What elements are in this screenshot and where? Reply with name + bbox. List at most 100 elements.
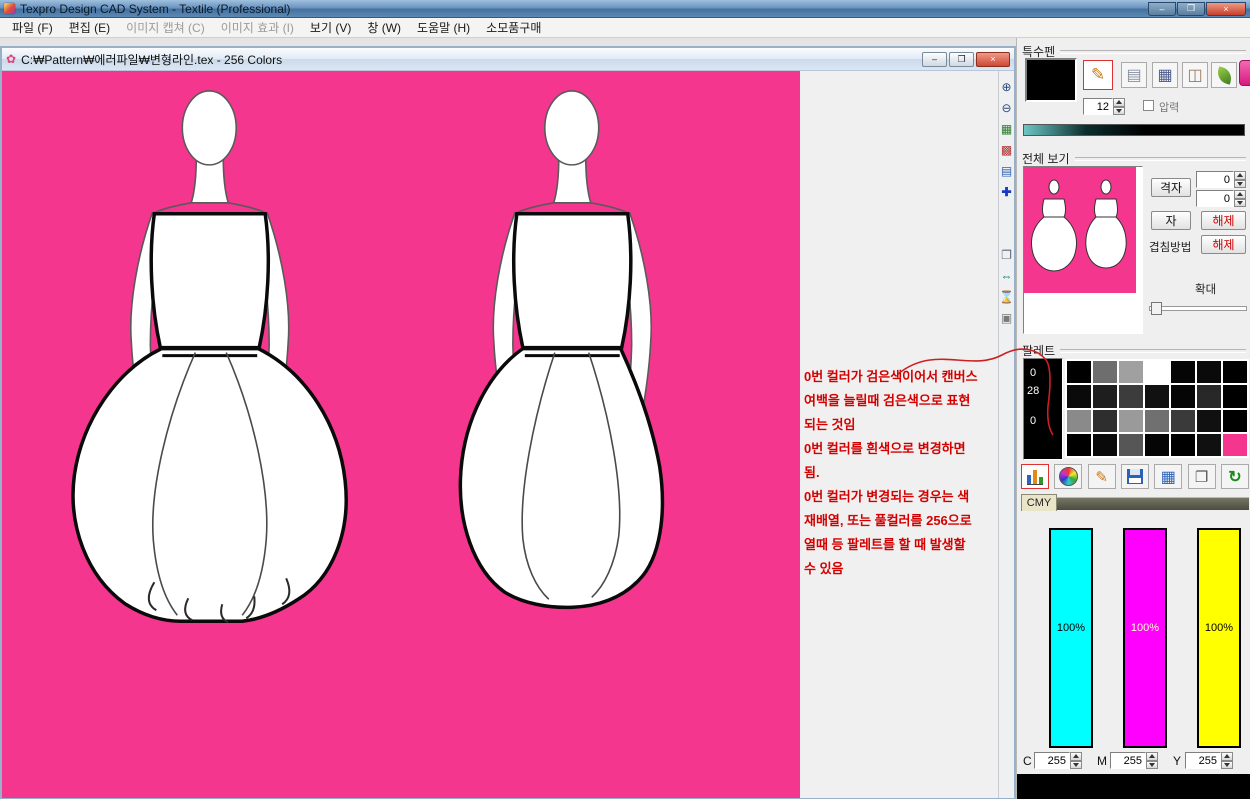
palette-swatch[interactable] (1171, 385, 1195, 407)
spin-down-icon[interactable] (1234, 180, 1246, 189)
c-value-spinner[interactable]: 255 (1034, 752, 1082, 769)
overview-spin-top-arrows[interactable] (1234, 171, 1246, 188)
eraser-tool-button[interactable]: ◫ (1182, 62, 1208, 88)
palette-swatch[interactable] (1093, 361, 1117, 383)
document-restore-button[interactable]: ❐ (949, 52, 974, 67)
zoom-in-icon[interactable]: ⊕ (999, 77, 1014, 98)
spin-down-icon[interactable] (1113, 107, 1125, 116)
paste-tool-button[interactable]: ▤ (1121, 62, 1147, 88)
menu-edit[interactable]: 편집 (E) (61, 18, 118, 37)
pressure-checkbox[interactable] (1143, 100, 1154, 111)
maximize-button[interactable]: ❐ (1177, 2, 1205, 16)
palette-swatch[interactable] (1093, 434, 1117, 456)
palette-refresh-button[interactable]: ↻ (1221, 464, 1249, 489)
release-button[interactable]: 해제 (1201, 211, 1246, 230)
palette-swatch[interactable] (1093, 410, 1117, 432)
pen-size-spinner[interactable]: 12 (1083, 98, 1125, 115)
leaf-tool-button[interactable] (1211, 62, 1237, 88)
palette-swatch[interactable] (1145, 361, 1169, 383)
y-spin-arrows[interactable] (1221, 752, 1233, 769)
palette-swatch[interactable] (1171, 434, 1195, 456)
grid-icon[interactable]: ▦ (999, 119, 1014, 140)
cyan-ramp[interactable]: 100% (1049, 528, 1093, 748)
palette-swatch[interactable] (1119, 410, 1143, 432)
palette-swatch[interactable] (1197, 361, 1221, 383)
pink-tool-button[interactable] (1239, 60, 1250, 86)
close-button[interactable]: × (1206, 2, 1246, 16)
y-value-spinner[interactable]: 255 (1185, 752, 1233, 769)
m-value-spinner[interactable]: 255 (1110, 752, 1158, 769)
palette-swatch-pink[interactable] (1223, 434, 1247, 456)
spin-up-icon[interactable] (1113, 98, 1125, 107)
pattern-icon[interactable]: ▩ (999, 140, 1014, 161)
grid-tool-button[interactable]: ▦ (1152, 62, 1178, 88)
spin-up-icon[interactable] (1146, 752, 1158, 761)
c-value[interactable]: 255 (1034, 752, 1070, 769)
zoom-out-icon[interactable]: ⊖ (999, 98, 1014, 119)
overview-spin-top-value[interactable]: 0 (1196, 171, 1234, 188)
pen-color-swatch[interactable] (1025, 58, 1077, 102)
palette-swatch[interactable] (1093, 385, 1117, 407)
palette-swatch[interactable] (1067, 361, 1091, 383)
palette-swatch[interactable] (1223, 361, 1247, 383)
pen-size-arrows[interactable] (1113, 98, 1125, 115)
m-value[interactable]: 255 (1110, 752, 1146, 769)
overview-spin-bottom-arrows[interactable] (1234, 190, 1246, 207)
zoom-slider-track[interactable] (1149, 306, 1247, 311)
spin-down-icon[interactable] (1146, 761, 1158, 770)
pen-gradient-slider[interactable] (1023, 124, 1245, 136)
palette-swatch[interactable] (1119, 385, 1143, 407)
palette-table-button[interactable]: ▦ (1154, 464, 1182, 489)
palette-swatch[interactable] (1197, 410, 1221, 432)
spin-down-icon[interactable] (1070, 761, 1082, 770)
overview-spinner-top[interactable]: 0 (1196, 171, 1246, 188)
palette-swatch[interactable] (1119, 434, 1143, 456)
palette-swatch[interactable] (1119, 361, 1143, 383)
magenta-ramp[interactable]: 100% (1123, 528, 1167, 748)
c-spin-arrows[interactable] (1070, 752, 1082, 769)
palette-swatch[interactable] (1145, 434, 1169, 456)
palette-edit-button[interactable]: ✎ (1088, 464, 1116, 489)
tile-icon[interactable]: ❐ (999, 245, 1014, 266)
palette-swatch[interactable] (1145, 410, 1169, 432)
hourglass-icon[interactable]: ⌛ (999, 287, 1014, 308)
spin-up-icon[interactable] (1234, 171, 1246, 180)
menu-file[interactable]: 파일 (F) (4, 18, 61, 37)
grid-toggle-button[interactable]: 격자 (1151, 178, 1191, 197)
palette-swatch[interactable] (1145, 385, 1169, 407)
palette-swatch[interactable] (1171, 361, 1195, 383)
spin-up-icon[interactable] (1070, 752, 1082, 761)
menu-purchase[interactable]: 소모품구매 (478, 18, 549, 37)
histogram-button[interactable] (1021, 464, 1049, 489)
spin-down-icon[interactable] (1234, 199, 1246, 208)
lock-icon[interactable]: ▣ (999, 308, 1014, 329)
overview-spin-bottom-value[interactable]: 0 (1196, 190, 1234, 207)
menu-help[interactable]: 도움말 (H) (409, 18, 478, 37)
color-wheel-button[interactable] (1054, 464, 1082, 489)
palette-swatch[interactable] (1197, 385, 1221, 407)
mirror-icon[interactable]: ⇔ (999, 266, 1014, 287)
spin-up-icon[interactable] (1221, 752, 1233, 761)
palette-swatch[interactable] (1171, 410, 1195, 432)
document-close-button[interactable]: × (976, 52, 1010, 67)
palette-swatch[interactable] (1067, 410, 1091, 432)
menu-window[interactable]: 창 (W) (359, 18, 409, 37)
m-spin-arrows[interactable] (1146, 752, 1158, 769)
yellow-ramp[interactable]: 100% (1197, 528, 1241, 748)
palette-save-button[interactable] (1121, 464, 1149, 489)
pen-size-value[interactable]: 12 (1083, 98, 1113, 115)
palette-swatch[interactable] (1223, 385, 1247, 407)
overview-thumbnail[interactable] (1023, 166, 1143, 334)
palette-swatch[interactable] (1197, 434, 1221, 456)
palette-copy-button[interactable]: ❐ (1188, 464, 1216, 489)
repeat-icon[interactable]: ▤ (999, 161, 1014, 182)
overlap-release-button[interactable]: 해제 (1201, 235, 1246, 254)
document-minimize-button[interactable]: – (922, 52, 947, 67)
ruler-toggle-button[interactable]: 자 (1151, 211, 1191, 230)
spin-up-icon[interactable] (1234, 190, 1246, 199)
canvas-drawing[interactable] (2, 71, 800, 798)
palette-swatch[interactable] (1223, 410, 1247, 432)
y-value[interactable]: 255 (1185, 752, 1221, 769)
palette-swatch[interactable] (1067, 434, 1091, 456)
zoom-slider-thumb[interactable] (1151, 302, 1162, 315)
